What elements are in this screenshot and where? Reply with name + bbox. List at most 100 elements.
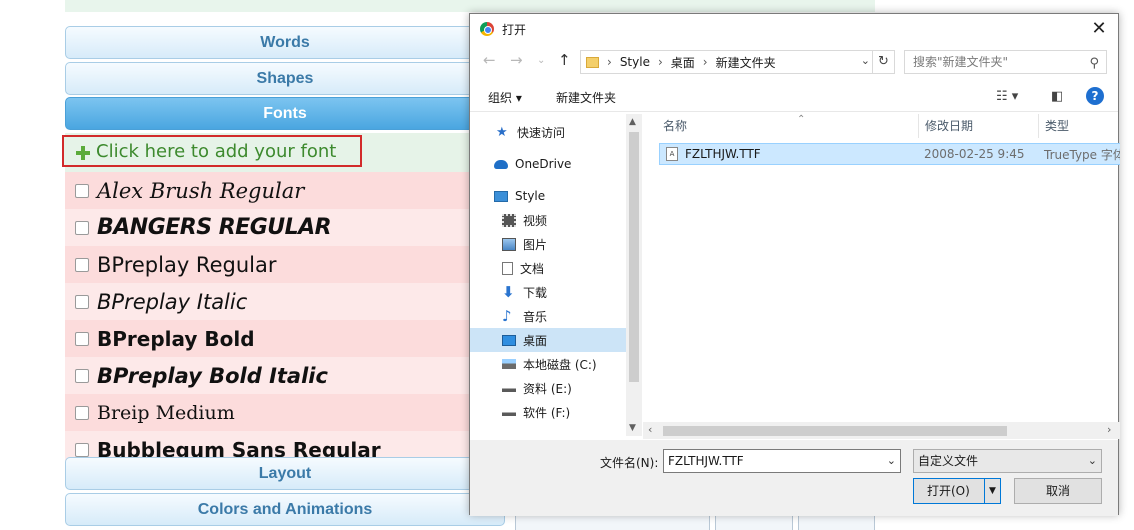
breadcrumb-item[interactable]: 桌面: [671, 54, 695, 71]
font-checkbox[interactable]: [75, 442, 89, 457]
folder-icon: [586, 56, 599, 68]
chevron-down-icon[interactable]: ⌄: [887, 450, 896, 472]
help-icon[interactable]: ?: [1086, 87, 1104, 105]
nav-item-quick-access[interactable]: ★ 快速访问: [470, 120, 626, 144]
column-header-label: 类型: [1045, 119, 1070, 133]
scroll-up-icon[interactable]: ▲: [629, 117, 636, 127]
font-item[interactable]: BPreplay Bold: [65, 320, 505, 357]
column-header-label: 名称: [663, 119, 688, 133]
nav-item-style[interactable]: Style: [470, 184, 626, 208]
nav-item-network[interactable]: 网络: [470, 432, 626, 436]
dropdown-arrow-icon[interactable]: ▼: [984, 479, 1000, 503]
video-icon: [502, 213, 516, 227]
add-font-label: Click here to add your font: [96, 140, 337, 162]
nav-item-onedrive[interactable]: OneDrive: [470, 152, 626, 176]
accordion-fonts[interactable]: Fonts: [65, 97, 505, 130]
file-open-dialog: 打开 ✕ ← → ⌄ ↑ › Style › 桌面 › 新建文件夹 ⌄ ↻ 搜索…: [469, 13, 1120, 516]
file-type-select[interactable]: 自定义文件 ⌄: [913, 449, 1102, 473]
nav-item-desktop[interactable]: 桌面: [470, 328, 626, 352]
nav-item-label: OneDrive: [515, 157, 572, 171]
refresh-icon[interactable]: ↻: [872, 51, 894, 73]
file-type-value: 自定义文件: [918, 454, 979, 468]
nav-item-local-disk-c[interactable]: 本地磁盘 (C:): [470, 352, 626, 376]
font-item[interactable]: BANGERS REGULAR: [65, 209, 505, 246]
font-checkbox[interactable]: [75, 368, 89, 383]
view-options-icon[interactable]: ☷ ▾: [996, 89, 1018, 104]
open-button[interactable]: 打开(O) ▼: [913, 478, 1001, 504]
chevron-right-icon: ›: [607, 55, 612, 69]
file-row[interactable]: A FZLTHJW.TTF 2008-02-25 9:45 TrueType 字…: [659, 143, 1120, 165]
font-item[interactable]: BPreplay Regular: [65, 246, 505, 283]
nav-item-videos[interactable]: 视频: [470, 208, 626, 232]
computer-icon: [494, 190, 508, 202]
scroll-left-icon[interactable]: ‹: [648, 423, 652, 436]
new-folder-button[interactable]: 新建文件夹: [556, 89, 616, 106]
breadcrumb-item[interactable]: 新建文件夹: [716, 54, 776, 71]
font-checkbox[interactable]: [75, 183, 89, 198]
font-item[interactable]: Alex Brush Regular: [65, 172, 505, 209]
filename-input[interactable]: FZLTHJW.TTF ⌄: [663, 449, 901, 473]
nav-item-drive-e[interactable]: 资料 (E:): [470, 376, 626, 400]
font-item[interactable]: BPreplay Italic: [65, 283, 505, 320]
column-header-name[interactable]: 名称 ⌃: [657, 114, 919, 138]
search-input[interactable]: 搜索"新建文件夹" ⚲: [904, 50, 1107, 74]
accordion-shapes[interactable]: Shapes: [65, 62, 505, 95]
organize-menu[interactable]: 组织 ▾: [488, 89, 522, 106]
filename-value: FZLTHJW.TTF: [668, 454, 744, 468]
nav-item-label: 软件 (F:): [523, 405, 571, 420]
nav-item-label: 桌面: [523, 333, 548, 348]
document-icon: [502, 261, 513, 275]
nav-item-label: 图片: [523, 237, 548, 252]
font-checkbox[interactable]: [75, 220, 89, 235]
font-item[interactable]: Breip Medium: [65, 394, 505, 431]
add-font-button[interactable]: Click here to add your font: [62, 135, 362, 167]
accordion-fonts-label: Fonts: [263, 104, 307, 122]
breadcrumb-item[interactable]: Style: [620, 55, 650, 69]
accordion-layout[interactable]: Layout: [65, 457, 505, 490]
file-list-horizontal-scrollbar[interactable]: ‹ ›: [643, 422, 1120, 439]
nav-item-label: 资料 (E:): [523, 381, 572, 396]
font-checkbox[interactable]: [75, 405, 89, 420]
scroll-right-icon[interactable]: ›: [1107, 423, 1111, 436]
font-checkbox[interactable]: [75, 294, 89, 309]
accordion-colors-animations[interactable]: Colors and Animations: [65, 493, 505, 526]
font-name: BPreplay Bold: [97, 326, 255, 351]
nav-item-pictures[interactable]: 图片: [470, 232, 626, 256]
back-arrow-icon[interactable]: ←: [483, 51, 496, 69]
accordion-words[interactable]: Words: [65, 26, 505, 59]
preview-pane-icon[interactable]: ◧: [1051, 89, 1063, 104]
column-header-modified[interactable]: 修改日期: [919, 114, 1039, 138]
column-header-type[interactable]: 类型: [1039, 114, 1120, 138]
scrollbar-thumb[interactable]: [663, 426, 1007, 436]
close-button[interactable]: ✕: [1088, 18, 1110, 40]
scroll-down-icon[interactable]: ▼: [629, 423, 636, 433]
forward-arrow-icon[interactable]: →: [510, 51, 523, 69]
top-panel-strip: [65, 0, 875, 12]
chevron-down-icon: ⌄: [1087, 454, 1097, 467]
up-arrow-icon[interactable]: ↑: [558, 51, 571, 69]
accordion-colors-label: Colors and Animations: [197, 500, 373, 518]
chevron-down-icon[interactable]: ⌄: [861, 54, 870, 67]
nav-item-label: Style: [515, 189, 546, 203]
address-bar[interactable]: › Style › 桌面 › 新建文件夹 ⌄ ↻: [580, 50, 895, 74]
nav-item-downloads[interactable]: ⬇ 下载: [470, 280, 626, 304]
nav-item-drive-f[interactable]: 软件 (F:): [470, 400, 626, 424]
font-name: BANGERS REGULAR: [97, 215, 332, 240]
nav-pane-scrollbar[interactable]: ▲ ▼: [626, 114, 642, 436]
nav-item-documents[interactable]: 文档: [470, 256, 626, 280]
scrollbar-thumb[interactable]: [629, 132, 639, 382]
font-checkbox[interactable]: [75, 257, 89, 272]
download-icon: ⬇: [502, 282, 515, 301]
sort-up-icon: ⌃: [797, 114, 806, 125]
font-checkbox[interactable]: [75, 331, 89, 346]
font-name: BPreplay Bold Italic: [97, 363, 328, 388]
nav-item-music[interactable]: ♪ 音乐: [470, 304, 626, 328]
recent-locations-icon[interactable]: ⌄: [537, 55, 545, 66]
filename-label: 文件名(N):: [600, 456, 659, 470]
font-item[interactable]: BPreplay Bold Italic: [65, 357, 505, 394]
font-name: BPreplay Regular: [97, 252, 277, 277]
cancel-button[interactable]: 取消: [1014, 478, 1102, 504]
chevron-right-icon: ›: [702, 55, 708, 69]
file-type: TrueType 字体: [1044, 147, 1120, 162]
accordion-layout-label: Layout: [258, 464, 312, 482]
